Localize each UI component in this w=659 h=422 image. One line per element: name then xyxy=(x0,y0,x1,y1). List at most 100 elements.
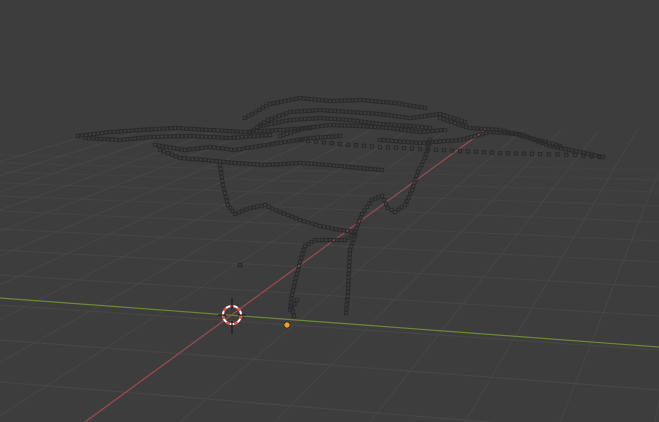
point-cloud-point xyxy=(243,134,249,139)
point-cloud-point xyxy=(247,161,253,167)
point-cloud-point xyxy=(203,145,208,150)
point-cloud-point xyxy=(113,137,119,142)
point-cloud-point xyxy=(345,298,350,303)
point-cloud-point xyxy=(380,125,385,130)
point-cloud-point xyxy=(359,211,365,217)
point-cloud-point xyxy=(335,123,340,128)
3d-cursor-icon[interactable] xyxy=(218,298,246,334)
point-cloud-point xyxy=(373,99,378,104)
grid-line xyxy=(0,381,495,422)
point-cloud-point xyxy=(335,163,340,168)
point-cloud-point xyxy=(331,122,336,128)
point-cloud-point xyxy=(421,140,427,145)
point-cloud-point xyxy=(249,111,255,117)
point-cloud-point xyxy=(399,205,404,210)
point-cloud-point xyxy=(332,108,338,114)
point-cloud-point xyxy=(290,97,295,102)
point-cloud-point xyxy=(153,126,158,132)
point-cloud-point xyxy=(377,121,383,127)
point-cloud-point xyxy=(141,127,147,132)
point-cloud-point xyxy=(341,228,346,233)
point-cloud-point xyxy=(269,116,274,121)
point-cloud-point xyxy=(437,111,443,117)
point-cloud-point xyxy=(200,127,205,132)
point-cloud-point xyxy=(164,144,169,150)
point-cloud-point xyxy=(445,118,450,123)
point-cloud-point xyxy=(281,127,286,132)
point-cloud-point xyxy=(566,147,571,152)
point-cloud-point xyxy=(344,302,349,307)
point-cloud-point xyxy=(191,134,197,139)
point-cloud-point xyxy=(265,117,271,123)
point-cloud-point xyxy=(289,292,295,298)
point-cloud-point xyxy=(331,163,336,168)
point-cloud-point xyxy=(206,158,211,163)
viewport-canvas[interactable] xyxy=(0,0,659,422)
point-cloud-point xyxy=(357,123,363,129)
point-cloud-point xyxy=(95,131,101,136)
point-cloud-point xyxy=(291,138,296,143)
point-cloud-point xyxy=(324,98,329,103)
point-cloud-point xyxy=(351,110,356,115)
point-cloud-point xyxy=(278,140,283,145)
point-cloud-point xyxy=(383,201,389,207)
point-cloud-point xyxy=(441,148,447,153)
point-cloud-point xyxy=(172,125,178,131)
point-cloud-point xyxy=(419,125,425,130)
point-cloud-point xyxy=(276,113,282,119)
3d-viewport[interactable] xyxy=(0,0,659,422)
point-cloud-point xyxy=(261,123,266,128)
point-cloud-point xyxy=(557,143,563,149)
point-cloud-point xyxy=(281,211,287,216)
point-cloud-point xyxy=(574,149,579,154)
point-cloud-point xyxy=(264,103,269,109)
point-cloud-point xyxy=(291,313,297,319)
point-cloud-point xyxy=(86,136,92,141)
point-cloud-point xyxy=(306,116,311,121)
point-cloud-point xyxy=(381,99,386,105)
point-cloud-point xyxy=(267,101,273,107)
point-cloud-point xyxy=(430,112,435,118)
point-cloud-point xyxy=(272,120,278,126)
point-cloud-point xyxy=(343,310,349,316)
point-cloud-point xyxy=(280,112,285,117)
point-cloud-point xyxy=(280,119,285,124)
point-cloud-point xyxy=(486,127,491,132)
point-cloud-point xyxy=(423,125,429,130)
point-cloud-point xyxy=(282,139,288,145)
point-cloud-point xyxy=(475,126,480,131)
point-cloud-point xyxy=(399,127,404,132)
point-cloud-point xyxy=(497,127,503,133)
point-cloud-point xyxy=(195,146,200,151)
point-cloud-point xyxy=(361,166,366,171)
point-cloud-point xyxy=(102,136,107,142)
point-cloud-point xyxy=(240,208,245,214)
point-cloud-point xyxy=(273,128,279,133)
point-cloud-point xyxy=(362,110,368,116)
point-cloud-point xyxy=(267,132,273,138)
point-cloud-point xyxy=(339,237,344,243)
point-cloud-point xyxy=(292,280,298,285)
grid-line xyxy=(0,129,220,211)
point-cloud-point xyxy=(287,117,293,123)
point-cloud-point xyxy=(366,111,371,116)
point-cloud-point xyxy=(350,123,355,128)
point-cloud-point xyxy=(302,108,308,114)
point-cloud-point xyxy=(163,134,169,139)
grid-line xyxy=(0,162,659,181)
point-cloud-point xyxy=(329,116,334,121)
point-cloud-point xyxy=(417,140,423,146)
point-cloud-point xyxy=(258,128,263,134)
point-cloud-point xyxy=(294,271,300,277)
point-cloud-point xyxy=(187,133,193,139)
point-cloud-point xyxy=(207,144,213,150)
point-cloud-point xyxy=(211,135,217,140)
point-cloud-point xyxy=(313,139,319,144)
point-cloud-point xyxy=(572,152,578,158)
point-cloud-point xyxy=(305,96,310,101)
point-cloud-point xyxy=(98,136,103,142)
point-cloud-point xyxy=(224,146,229,152)
point-cloud-point xyxy=(249,145,254,150)
point-cloud-point xyxy=(227,135,233,141)
point-cloud-point xyxy=(421,159,426,164)
